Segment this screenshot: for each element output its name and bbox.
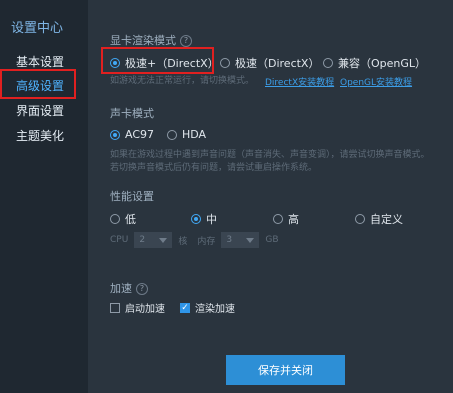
sidebar-item-basic[interactable]: 基本设置 (16, 53, 64, 70)
nav-highlight-box (0, 69, 76, 99)
sound-option-hda[interactable]: HDA (167, 128, 206, 141)
memory-unit: GB (265, 235, 279, 245)
sound-section-title: 声卡模式 (110, 107, 154, 120)
memory-value: 3 (226, 235, 233, 245)
gpu-hint: 如游戏无法正常运行，请切换模式。 (110, 76, 255, 86)
cpu-value: 2 (139, 235, 146, 245)
chevron-down-icon (159, 237, 168, 243)
performance-option-medium[interactable]: 中 (191, 211, 217, 227)
performance-option-custom[interactable]: 自定义 (355, 211, 403, 227)
memory-select[interactable]: 3 (221, 232, 260, 248)
startup-accel-checkbox[interactable]: 启动加速 (110, 300, 165, 315)
performance-option-low[interactable]: 低 (110, 211, 136, 227)
sidebar-item-interface[interactable]: 界面设置 (16, 102, 64, 119)
gpu-section-label: 显卡渲染模式 (110, 34, 176, 47)
radio-icon (110, 129, 120, 140)
startup-accel-label: 启动加速 (125, 304, 165, 315)
gpu-option-label: 极速（DirectX） (235, 57, 320, 70)
directx-tutorial-link[interactable]: DirectX安装教程 (265, 75, 334, 88)
performance-section-title: 性能设置 (110, 190, 154, 203)
radio-icon (110, 214, 120, 224)
performance-option-label: 高 (288, 213, 299, 226)
performance-option-label: 低 (125, 213, 136, 226)
sound-option-ac97[interactable]: AC97 (110, 128, 154, 141)
sidebar-item-theme[interactable]: 主题美化 (16, 127, 64, 144)
check-icon: ✓ (180, 302, 190, 313)
sidebar-title: 设置中心 (11, 21, 64, 36)
sound-option-label: HDA (182, 128, 207, 141)
radio-icon (220, 58, 230, 68)
sound-hint-2: 若切换声音模式后仍有问题，请尝试重启操作系统。 (110, 163, 318, 173)
gpu-section-title: 显卡渲染模式? (110, 32, 192, 48)
sound-option-label: AC97 (125, 128, 155, 141)
render-accel-label: 渲染加速 (195, 304, 235, 315)
help-icon[interactable]: ? (136, 283, 148, 295)
sound-hint-1: 如果在游戏过程中遇到声音问题（声音消失、声音变调），请尝试切换声音模式。 (110, 150, 430, 160)
accel-section-label: 加速 (110, 282, 132, 295)
option-highlight-box (101, 47, 214, 74)
help-icon[interactable]: ? (180, 35, 192, 47)
sidebar: 设置中心 基本设置 高级设置 界面设置 主题美化 (0, 0, 88, 393)
gpu-option-opengl[interactable]: 兼容（OpenGL） (323, 55, 426, 71)
opengl-tutorial-link[interactable]: OpenGL安装教程 (340, 75, 412, 88)
save-and-close-button[interactable]: 保存并关闭 (226, 355, 345, 385)
gpu-option-directx[interactable]: 极速（DirectX） (220, 55, 319, 71)
chevron-down-icon (246, 237, 255, 243)
gpu-option-label: 兼容（OpenGL） (338, 57, 427, 70)
performance-option-label: 自定义 (370, 213, 403, 226)
radio-icon (355, 214, 365, 224)
render-accel-checkbox[interactable]: ✓ 渲染加速 (180, 300, 235, 315)
checkbox-icon (110, 302, 120, 313)
radio-icon (191, 214, 201, 224)
performance-option-label: 中 (206, 213, 217, 226)
radio-icon (323, 58, 333, 68)
cpu-select[interactable]: 2 (134, 232, 173, 248)
radio-icon (273, 214, 283, 224)
cpu-unit: 核 (178, 236, 188, 247)
performance-option-high[interactable]: 高 (273, 211, 299, 227)
performance-custom-row: CPU 2 核 内存 3 GB (110, 232, 279, 248)
accel-section-title: 加速? (110, 280, 148, 296)
cpu-label: CPU (110, 235, 129, 245)
radio-icon (167, 129, 177, 140)
memory-label: 内存 (197, 236, 216, 247)
